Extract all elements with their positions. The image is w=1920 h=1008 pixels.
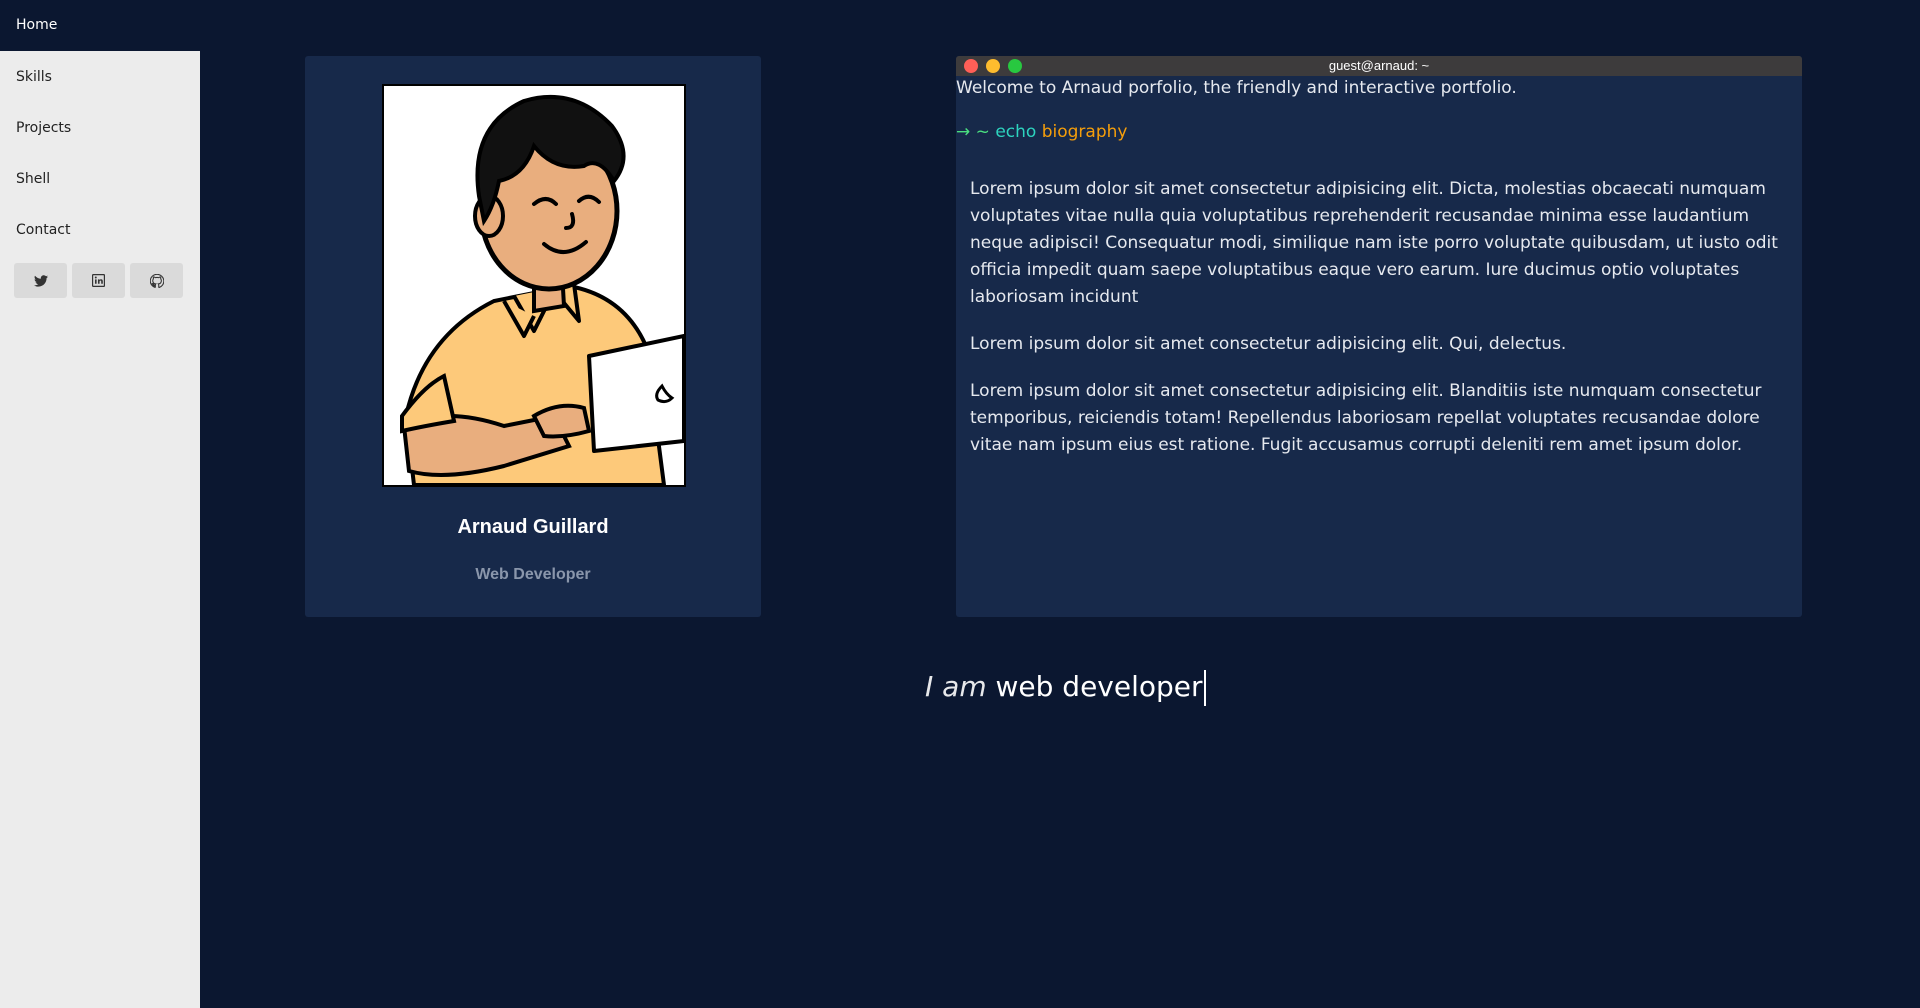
terminal-welcome: Welcome to Arnaud porfolio, the friendly… [956,78,1517,98]
github-icon [149,273,164,288]
prompt-command: echo [995,122,1037,142]
typing-tagline: I am web developer [925,670,1206,706]
terminal-prompt: → ~ echo biography [956,122,1127,142]
sidebar: Home Skills Projects Shell Contact [0,0,200,1008]
profile-name: Arnaud Guillard [457,516,609,538]
profile-card: Arnaud Guillard Web Developer [305,56,761,617]
nav-item-shell[interactable]: Shell [16,171,50,187]
avatar [382,84,686,487]
prompt-arrow: → ~ [956,122,990,142]
twitter-button[interactable] [14,263,67,298]
bio-paragraph: Lorem ipsum dolor sit amet consectetur a… [970,334,1567,354]
tagline-role: web developer [995,670,1203,703]
tagline-lead: I am [925,670,987,703]
bio-paragraph: Lorem ipsum dolor sit amet consectetur a… [970,179,1778,307]
terminal-output: Lorem ipsum dolor sit amet consectetur a… [970,176,1790,479]
github-button[interactable] [130,263,183,298]
text-cursor [1203,670,1206,706]
avatar-illustration [384,86,684,485]
prompt-argument: biography [1041,122,1128,142]
linkedin-button[interactable] [72,263,125,298]
terminal-title: guest@arnaud: ~ [1328,58,1430,73]
nav-item-home[interactable]: Home [0,0,200,51]
profile-role: Web Developer [475,566,591,583]
terminal-window: guest@arnaud: ~ Welcome to Arnaud porfol… [956,56,1802,617]
twitter-icon [33,274,48,287]
nav-item-skills[interactable]: Skills [16,69,52,85]
terminal-title-bar: guest@arnaud: ~ [956,56,1802,76]
nav-item-contact[interactable]: Contact [16,222,70,238]
nav-item-projects[interactable]: Projects [16,120,71,136]
bio-paragraph: Lorem ipsum dolor sit amet consectetur a… [970,381,1762,455]
linkedin-icon [92,274,105,287]
